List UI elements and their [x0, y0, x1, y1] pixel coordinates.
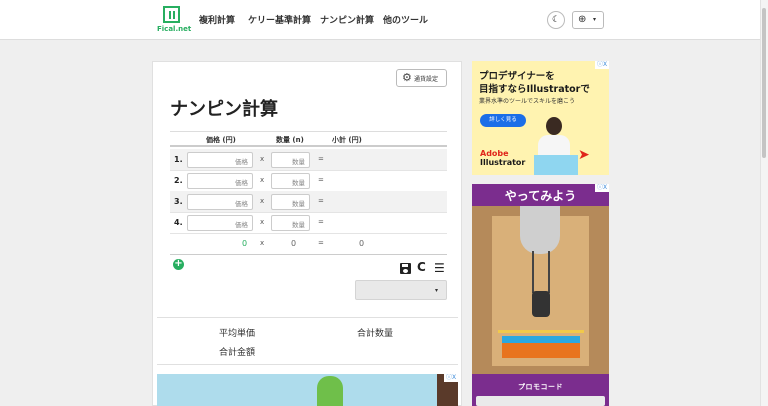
table-row: 3. 価格 x 数量 = — [170, 191, 447, 213]
ad-subtitle: 業界水準のツールでスキルを磨こう — [479, 98, 576, 105]
total-qty: 0 — [291, 239, 297, 248]
table-row: 4. 価格 x 数量 = — [170, 212, 447, 234]
table-row: 2. 価格 x 数量 = — [170, 170, 447, 192]
row-number: 4. — [174, 218, 183, 227]
ad-laptop-image — [534, 155, 578, 175]
equals-sign: = — [318, 176, 324, 184]
price-input[interactable]: 価格 — [187, 173, 253, 189]
row-number: 2. — [174, 176, 183, 185]
theme-toggle-button[interactable]: ☾ — [547, 11, 565, 29]
logo-text: Fical.net — [157, 25, 192, 33]
qty-input[interactable]: 数量 — [271, 194, 310, 210]
table-row: 1. 価格 x 数量 = — [170, 149, 447, 171]
moon-icon: ☾ — [552, 15, 561, 25]
ad-hero-image — [532, 291, 550, 317]
adobe-logo: Adobe Illustrator — [480, 149, 525, 167]
total-subtotal: 0 — [359, 239, 365, 248]
ad-title: やってみよう — [504, 189, 577, 203]
row-number: 1. — [174, 155, 183, 164]
price-input[interactable]: 価格 — [187, 194, 253, 210]
arrow-icon: ➤ — [578, 147, 590, 163]
ad-promo-code-label: プロモコード — [518, 383, 563, 391]
equals-sign: = — [318, 197, 324, 205]
price-input[interactable]: 価格 — [187, 215, 253, 231]
chevron-down-icon: ▾ — [593, 16, 597, 23]
equals-sign: = — [318, 155, 324, 163]
multiply-sign: x — [260, 176, 265, 184]
globe-icon: ⊕ — [578, 14, 587, 25]
ad-title: プロデザイナーを 目指すならIllustratorで — [479, 70, 590, 96]
multiply-sign: x — [260, 239, 265, 247]
multiply-sign: x — [260, 197, 265, 205]
saved-list-select[interactable]: ▾ — [355, 280, 447, 300]
currency-settings-label: 通貨設定 — [414, 76, 439, 83]
bottom-ad-banner[interactable]: ⓘX — [157, 374, 458, 406]
ad-choices-icon[interactable]: ⓘX — [595, 61, 609, 69]
ad-character-image — [317, 376, 343, 406]
total-price: 0 — [242, 239, 248, 248]
scrollbar-thumb[interactable] — [762, 8, 766, 158]
site-logo[interactable]: Fical.net — [157, 6, 191, 34]
menu-icon[interactable]: ☰ — [434, 261, 445, 275]
ad-title-line1: プロデザイナーを — [479, 71, 555, 82]
qty-input[interactable]: 数量 — [271, 215, 310, 231]
ad-hand-image — [520, 206, 560, 254]
equals-sign: = — [318, 218, 324, 226]
chevron-down-icon: ▾ — [434, 287, 438, 294]
divider — [157, 317, 458, 318]
language-dropdown[interactable]: ⊕ ▾ — [572, 11, 604, 29]
add-row-icon[interactable]: + — [173, 259, 184, 270]
top-navbar: Fical.net 複利計算 ケリー基準計算 ナンピン計算 他のツール ☾ ⊕ … — [0, 0, 768, 40]
ad-title-line2: 目指すならIllustratorで — [479, 84, 590, 95]
nav-link-other-tools[interactable]: 他のツール — [383, 13, 428, 26]
nav-link-compound[interactable]: 複利計算 — [199, 13, 235, 26]
ad-learn-more-button[interactable]: 詳しく見る — [480, 114, 526, 127]
total-qty-label: 合計数量 — [357, 329, 394, 339]
ad-choices-icon[interactable]: ⓘX — [595, 184, 609, 192]
table-header: 価格 (円) 数量 (n) 小計 (円) — [170, 131, 447, 147]
header-qty: 数量 (n) — [276, 136, 304, 144]
price-input[interactable]: 価格 — [187, 152, 253, 168]
currency-settings-button[interactable]: ⚙ 通貨設定 — [396, 69, 447, 87]
header-price: 価格 (円) — [206, 136, 236, 144]
totals-row: 0 x 0 = 0 — [170, 233, 447, 255]
qty-input[interactable]: 数量 — [271, 173, 310, 189]
save-icon[interactable] — [400, 263, 411, 274]
refresh-icon[interactable]: C — [417, 260, 426, 274]
ad-game-scene — [472, 206, 609, 374]
total-amount-label: 合計金額 — [219, 348, 256, 358]
brand-line2: Illustrator — [480, 158, 526, 167]
illustrator-ad[interactable]: プロデザイナーを 目指すならIllustratorで 業界水準のツールでスキルを… — [472, 61, 609, 175]
qty-input[interactable]: 数量 — [271, 152, 310, 168]
page-title: ナンピン計算 — [170, 99, 278, 120]
game-ad[interactable]: やってみよう プロモコード ⓘX — [472, 184, 609, 406]
nanpin-calculator-card: ⚙ 通貨設定 ナンピン計算 価格 (円) 数量 (n) 小計 (円) 1. 価格… — [152, 61, 462, 406]
ad-choices-icon[interactable]: ⓘX — [444, 374, 458, 382]
gear-icon: ⚙ — [402, 71, 412, 84]
brand-line1: Adobe — [480, 149, 509, 158]
ad-promo-code-box — [476, 396, 605, 406]
avg-price-label: 平均単価 — [219, 329, 256, 339]
equals-sign: = — [318, 239, 324, 247]
header-subtotal: 小計 (円) — [332, 136, 362, 144]
nav-link-nanpin[interactable]: ナンピン計算 — [320, 13, 374, 26]
logo-icon — [163, 6, 180, 23]
nav-link-kelly[interactable]: ケリー基準計算 — [248, 13, 311, 26]
multiply-sign: x — [260, 155, 265, 163]
multiply-sign: x — [260, 218, 265, 226]
row-number: 3. — [174, 197, 183, 206]
divider — [157, 364, 458, 365]
